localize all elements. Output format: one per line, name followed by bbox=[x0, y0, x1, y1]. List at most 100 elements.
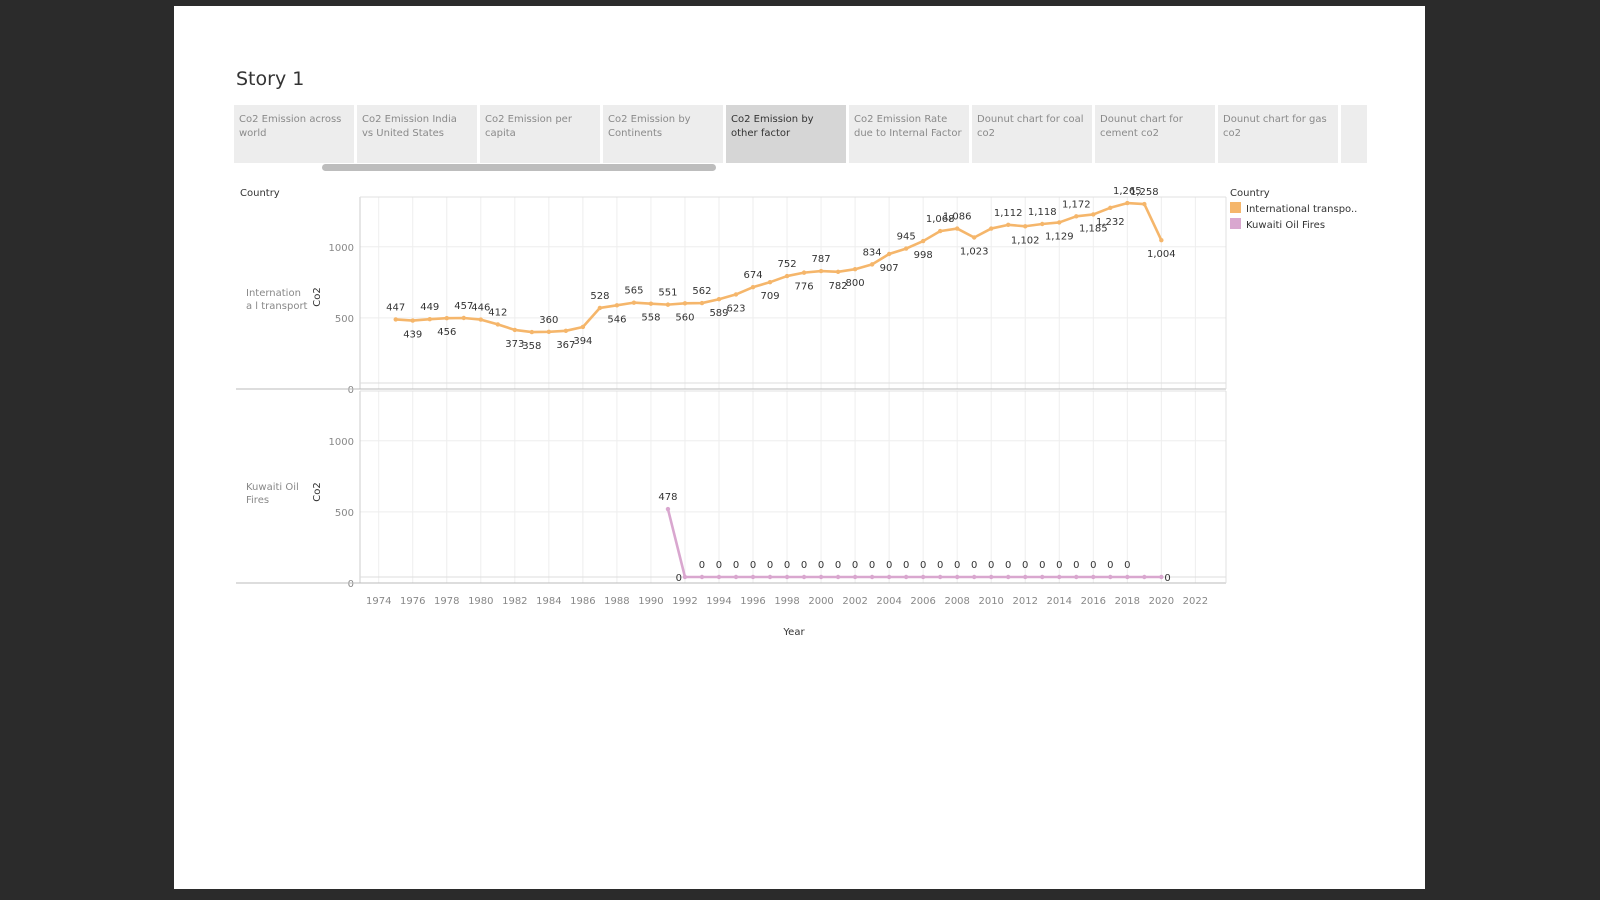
data-label: 0 bbox=[852, 560, 858, 571]
data-point bbox=[801, 270, 807, 275]
row-label-kuwaiti-oil-fires: Kuwaiti Oil Fires bbox=[246, 482, 299, 506]
x-tick-label: 2012 bbox=[1013, 596, 1038, 607]
data-label: 0 bbox=[903, 560, 909, 571]
x-tick-label: 1980 bbox=[468, 596, 493, 607]
legend: Country International transpo.. Kuwaiti … bbox=[1230, 188, 1420, 234]
data-label: 907 bbox=[880, 263, 899, 274]
data-label: 0 bbox=[1107, 560, 1113, 571]
x-tick-label: 2018 bbox=[1115, 596, 1140, 607]
legend-swatch bbox=[1230, 218, 1241, 229]
data-point bbox=[954, 226, 960, 231]
data-label: 0 bbox=[767, 560, 773, 571]
data-point bbox=[989, 226, 994, 231]
line-chart: 0 500 1000 0 500 1000 1974 1976 1978 1980 1982 1984… bbox=[236, 186, 1227, 638]
data-label: 412 bbox=[488, 307, 507, 318]
data-point bbox=[1057, 574, 1062, 580]
legend-item-international-transport[interactable]: International transpo.. bbox=[1230, 202, 1420, 218]
data-point bbox=[1125, 574, 1130, 580]
row-label-line: a l transport bbox=[246, 301, 308, 312]
x-tick-label: 1996 bbox=[740, 596, 765, 607]
data-point bbox=[937, 574, 943, 580]
data-point bbox=[1159, 574, 1164, 580]
data-point bbox=[937, 228, 943, 234]
data-point bbox=[750, 574, 756, 580]
data-point bbox=[1142, 574, 1147, 580]
data-label: 623 bbox=[726, 303, 745, 314]
x-tick-label: 2008 bbox=[944, 596, 969, 607]
data-label: 478 bbox=[658, 492, 677, 503]
data-label: 560 bbox=[675, 312, 694, 323]
y-tick-label: 0 bbox=[348, 385, 354, 396]
data-label: 0 bbox=[869, 560, 875, 571]
row-label-line: Kuwaiti Oil bbox=[246, 482, 299, 493]
data-point bbox=[648, 301, 654, 306]
data-label: 0 bbox=[1073, 560, 1079, 571]
y-tick-label: 1000 bbox=[329, 437, 354, 448]
x-tick-label: 2014 bbox=[1047, 596, 1072, 607]
x-axis-label: Year bbox=[782, 627, 805, 638]
legend-title: Country bbox=[1230, 188, 1270, 199]
data-point bbox=[1023, 224, 1028, 229]
data-label: 0 bbox=[1164, 573, 1170, 584]
data-label: 0 bbox=[920, 560, 926, 571]
data-label: 0 bbox=[954, 560, 960, 571]
data-label: 0 bbox=[835, 560, 841, 571]
data-label: 834 bbox=[863, 247, 882, 258]
data-point bbox=[852, 574, 858, 580]
data-point bbox=[1040, 221, 1045, 227]
x-tick-label: 1992 bbox=[672, 596, 697, 607]
data-point bbox=[733, 574, 739, 580]
row-label-line: Internation bbox=[246, 288, 301, 299]
x-tick-label: 2002 bbox=[842, 596, 867, 607]
data-label: 1,112 bbox=[994, 208, 1023, 219]
x-tick-label: 1982 bbox=[502, 596, 527, 607]
data-point bbox=[597, 305, 603, 311]
data-point bbox=[1108, 574, 1113, 580]
data-label: 0 bbox=[886, 560, 892, 571]
x-tick-label: 1974 bbox=[366, 596, 391, 607]
row-label-line: Fires bbox=[246, 495, 269, 506]
data-point bbox=[1006, 574, 1011, 580]
data-point bbox=[767, 279, 773, 285]
data-label: 674 bbox=[743, 270, 762, 281]
data-label: 709 bbox=[760, 291, 779, 302]
data-point bbox=[1023, 574, 1028, 580]
data-point bbox=[478, 317, 483, 322]
data-label: 1,102 bbox=[1011, 235, 1040, 246]
data-point bbox=[665, 302, 671, 307]
data-point bbox=[1006, 222, 1011, 228]
x-tick-label: 1976 bbox=[400, 596, 425, 607]
data-label: 752 bbox=[777, 259, 796, 270]
x-tick-label: 1986 bbox=[570, 596, 595, 607]
y-tick-label: 500 bbox=[335, 314, 354, 325]
data-point bbox=[801, 574, 807, 580]
data-point bbox=[1125, 200, 1130, 206]
data-label: 0 bbox=[937, 560, 943, 571]
data-point bbox=[1040, 574, 1045, 580]
data-point bbox=[699, 300, 705, 306]
data-label: 546 bbox=[607, 314, 626, 325]
data-point bbox=[1108, 205, 1113, 210]
data-point bbox=[886, 574, 892, 580]
data-point bbox=[1091, 574, 1096, 580]
data-point bbox=[393, 317, 398, 322]
data-point bbox=[546, 329, 552, 334]
x-tick-label: 1984 bbox=[536, 596, 561, 607]
x-tick-label: 2010 bbox=[978, 596, 1003, 607]
data-point bbox=[461, 315, 466, 321]
data-point bbox=[1074, 574, 1079, 580]
data-label: 0 bbox=[699, 560, 705, 571]
data-label: 558 bbox=[641, 313, 660, 324]
data-label: 358 bbox=[522, 341, 541, 352]
data-point bbox=[784, 273, 790, 279]
data-point bbox=[903, 246, 909, 251]
data-label: 0 bbox=[801, 560, 807, 571]
data-point bbox=[835, 574, 841, 580]
data-point bbox=[699, 574, 705, 580]
data-point bbox=[665, 506, 671, 512]
data-point bbox=[852, 267, 858, 272]
data-point bbox=[444, 315, 449, 321]
legend-item-kuwaiti-oil-fires[interactable]: Kuwaiti Oil Fires bbox=[1230, 218, 1420, 234]
data-label: 1,086 bbox=[943, 212, 972, 223]
data-label: 787 bbox=[812, 254, 831, 265]
